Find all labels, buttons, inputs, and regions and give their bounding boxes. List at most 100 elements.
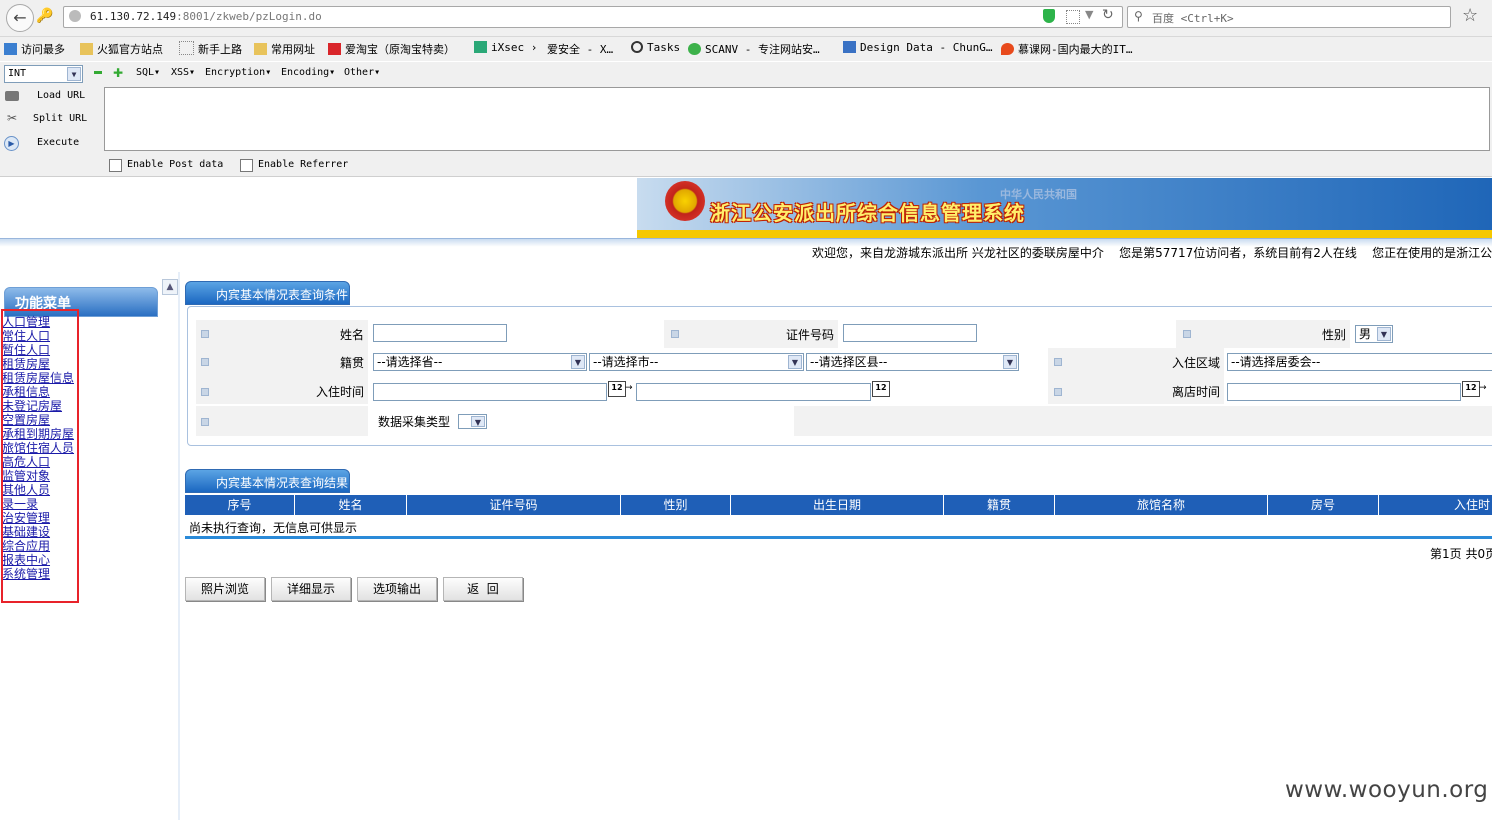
column-header: 证件号码 — [407, 495, 621, 515]
hackbar-menu-encoding[interactable]: Encoding▾ — [281, 67, 335, 78]
bookmark-scanv[interactable]: SCANV - 专注网站安… — [688, 41, 820, 57]
bookmark-aianquan[interactable]: 爱安全 - X… — [547, 41, 613, 57]
bookmark-getting-started[interactable]: 新手上路 — [179, 41, 242, 57]
chevron-down-icon: ▼ — [788, 355, 802, 369]
hackbar-url-textarea[interactable] — [104, 87, 1490, 151]
query-section-tab: 内宾基本情况表查询条件 — [185, 281, 350, 305]
folder-icon — [254, 43, 267, 55]
load-url-button[interactable]: Load URL — [37, 90, 85, 101]
data-type-select[interactable]: ▼ — [458, 414, 487, 429]
bookmark-folder-icon — [4, 43, 17, 55]
reload-icon[interactable]: ↻ — [1102, 7, 1114, 23]
checkin-start-input[interactable] — [373, 383, 607, 401]
id-number-label: 证件号码 — [785, 328, 834, 342]
hackbar-type-select[interactable]: INT ▼ — [4, 65, 83, 83]
column-header: 旅馆名称 — [1055, 495, 1268, 515]
column-header: 房号 — [1268, 495, 1379, 515]
checkin-label: 入住时间 — [315, 385, 364, 399]
province-select[interactable]: --请选择省-- ▼ — [373, 353, 587, 371]
taobao-icon — [328, 43, 341, 55]
bookmark-aitaobao[interactable]: 爱淘宝（原淘宝特卖） — [328, 41, 455, 57]
dropdown-arrow-icon[interactable]: ▼ — [1085, 8, 1093, 21]
enable-post-checkbox[interactable] — [109, 159, 122, 172]
id-number-input[interactable] — [843, 324, 977, 342]
system-title: 浙江公安派出所综合信息管理系统 — [710, 201, 1025, 225]
bookmark-tasks[interactable]: Tasks — [631, 41, 680, 54]
enable-referrer-checkbox[interactable] — [240, 159, 253, 172]
gender-select[interactable]: 男 ▼ — [1355, 325, 1393, 343]
load-url-icon — [5, 91, 19, 101]
data-type-label: 数据采集类型 — [377, 415, 450, 429]
bullet-icon — [1054, 358, 1062, 366]
bookmark-most-visited[interactable]: 访问最多 — [4, 41, 65, 57]
calendar-icon[interactable]: 12 — [1462, 381, 1480, 397]
globe-icon — [69, 10, 81, 22]
hackbar-menu-encryption[interactable]: Encryption▾ — [205, 67, 271, 78]
execute-button[interactable]: Execute — [37, 137, 79, 148]
bullet-icon — [671, 330, 679, 338]
back-arrow-icon[interactable]: ← — [6, 4, 34, 32]
bookmark-ixsec[interactable]: iXsec › — [474, 41, 537, 54]
checkout-start-input[interactable] — [1227, 383, 1461, 401]
column-header: 序号 — [185, 495, 295, 515]
checkin-end-input[interactable] — [636, 383, 871, 401]
plus-icon[interactable]: ✚ — [113, 66, 123, 80]
bookmark-imooc[interactable]: 慕课网-国内最大的IT… — [1001, 41, 1133, 57]
magnifier-icon — [631, 41, 643, 53]
banner-stripe — [637, 230, 1492, 238]
scroll-up-icon[interactable]: ▲ — [162, 279, 178, 295]
bookmark-firefox-site[interactable]: 火狐官方站点 — [80, 41, 163, 57]
results-bottom-line — [185, 536, 1492, 539]
name-input[interactable] — [373, 324, 507, 342]
area-select[interactable]: --请选择居委会-- — [1227, 353, 1492, 371]
origin-label: 籍贯 — [339, 356, 364, 370]
hackbar-menu-sql[interactable]: SQL▾ — [136, 67, 160, 78]
search-input[interactable]: ⚲ 百度 <Ctrl+K> — [1127, 6, 1451, 28]
chevron-down-icon: ▼ — [471, 416, 485, 427]
district-select[interactable]: --请选择区县-- ▼ — [806, 353, 1019, 371]
column-header: 姓名 — [295, 495, 407, 515]
bullet-icon — [1183, 330, 1191, 338]
url-path: :8001/zkweb/pzLogin.do — [176, 10, 322, 23]
column-header: 出生日期 — [731, 495, 944, 515]
bookmark-common-urls[interactable]: 常用网址 — [254, 41, 315, 57]
bookmark-star-icon[interactable]: ☆ — [1462, 5, 1478, 26]
qrcode-icon[interactable] — [1066, 10, 1080, 24]
police-emblem-icon — [665, 181, 705, 221]
split-url-button[interactable]: Split URL — [33, 113, 87, 124]
gender-label: 性别 — [1321, 328, 1346, 342]
return-button[interactable]: 返 回 — [443, 577, 523, 601]
chevron-down-icon: ▼ — [67, 67, 81, 81]
enable-post-label: Enable Post data — [127, 159, 224, 170]
detail-view-button[interactable]: 详细显示 — [271, 577, 351, 601]
welcome-text: 欢迎您，来自龙游城东派出所 兴龙社区的委联房屋中介 您是第57717位访问者，系… — [812, 246, 1492, 260]
arrow-right-icon: → — [1479, 383, 1487, 393]
bullet-icon — [201, 358, 209, 366]
shield-icon[interactable] — [1043, 9, 1055, 23]
photo-browse-button[interactable]: 照片浏览 — [185, 577, 265, 601]
column-header: 入住时 — [1453, 498, 1490, 512]
city-select[interactable]: --请选择市-- ▼ — [589, 353, 804, 371]
calendar-icon[interactable]: 12 — [872, 381, 890, 397]
scissors-icon: ✂ — [7, 111, 18, 125]
search-placeholder: 百度 <Ctrl+K> — [1152, 12, 1234, 25]
bookmark-design-data[interactable]: Design Data - ChunG… — [843, 41, 992, 54]
checkout-label: 离店时间 — [1171, 385, 1220, 399]
export-options-button[interactable]: 选项输出 — [357, 577, 437, 601]
bullet-icon — [201, 388, 209, 396]
empty-results-message: 尚未执行查询，无信息可供显示 — [189, 521, 358, 535]
minus-icon[interactable] — [94, 71, 102, 74]
hackbar-menu-xss[interactable]: XSS▾ — [171, 67, 195, 78]
ixsec-icon — [474, 41, 487, 53]
site-identity-icon[interactable]: 🔑 — [36, 8, 53, 24]
results-section-tab: 内宾基本情况表查询结果 — [185, 469, 350, 493]
calendar-icon[interactable]: 12 — [608, 381, 626, 397]
column-header: 性别 — [621, 495, 731, 515]
hackbar-menu-other[interactable]: Other▾ — [344, 67, 380, 78]
flame-icon — [1001, 43, 1014, 55]
url-host: 61.130.72.149 — [90, 10, 177, 23]
area-label: 入住区域 — [1171, 356, 1220, 370]
pager-text: 第1页 共0页 — [1430, 547, 1492, 561]
url-bar[interactable]: 61.130.72.149:8001/zkweb/pzLogin.do ▼ ↻ — [63, 6, 1123, 28]
name-label: 姓名 — [339, 328, 364, 342]
